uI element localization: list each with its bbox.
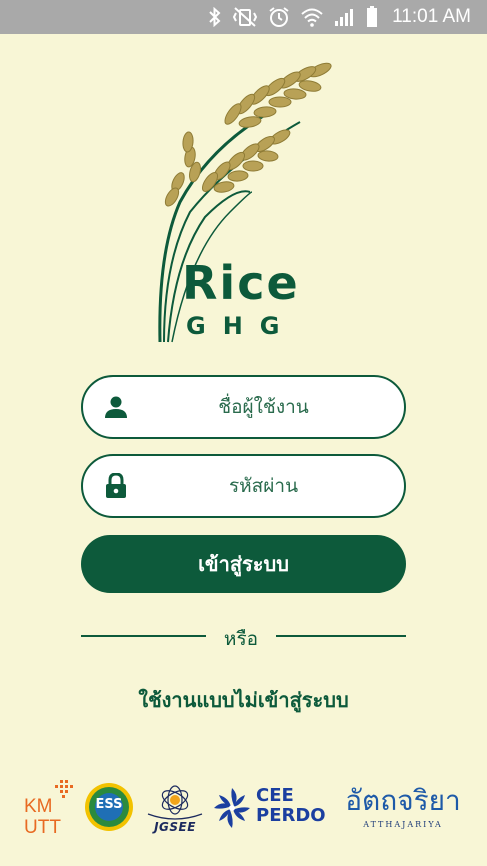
atthajariya-latin-text: ATTHAJARIYA (363, 820, 443, 829)
kmutt-km-text: KM (24, 796, 53, 817)
bluetooth-icon (208, 7, 222, 27)
ess-text: ESS (95, 797, 123, 812)
status-time: 11:01 AM (392, 6, 471, 27)
atthajariya-thai-text: อัตถจริยา (345, 784, 461, 817)
username-input[interactable] (83, 377, 404, 437)
user-icon (103, 394, 129, 420)
status-bar: 11:01 AM (0, 0, 487, 34)
password-field[interactable] (81, 454, 406, 518)
lock-icon (103, 473, 129, 499)
app-title: Rice (182, 256, 300, 310)
alarm-icon (268, 6, 290, 28)
atthajariya-logo: อัตถจริยา ATTHAJARIYA (338, 786, 468, 838)
partner-logos: KM UTT ESS JGSEE CEE PERDO อัตถจริยา ATT… (0, 772, 487, 842)
divider-right (276, 635, 406, 637)
kmutt-utt-text: UTT (24, 817, 61, 838)
perdo-text: PERDO (256, 805, 326, 826)
wifi-icon (300, 7, 324, 27)
jgsee-logo: JGSEE (144, 776, 206, 838)
cee-perdo-logo: CEE PERDO (212, 784, 332, 836)
vibrate-icon (232, 7, 258, 27)
divider-left (81, 635, 206, 637)
cee-text: CEE (256, 785, 294, 806)
password-input[interactable] (83, 456, 404, 516)
ess-logo: ESS (84, 782, 134, 832)
guest-login-link[interactable]: ใช้งานแบบไม่เข้าสู่ระบบ (0, 684, 487, 716)
login-button[interactable]: เข้าสู่ระบบ (81, 535, 406, 593)
username-field[interactable] (81, 375, 406, 439)
jgsee-text: JGSEE (154, 820, 196, 834)
kmutt-logo: KM UTT (24, 778, 78, 840)
app-subtitle: GHG (186, 312, 297, 340)
or-label: หรือ (223, 628, 259, 650)
battery-icon (366, 6, 378, 28)
signal-icon (334, 7, 356, 27)
